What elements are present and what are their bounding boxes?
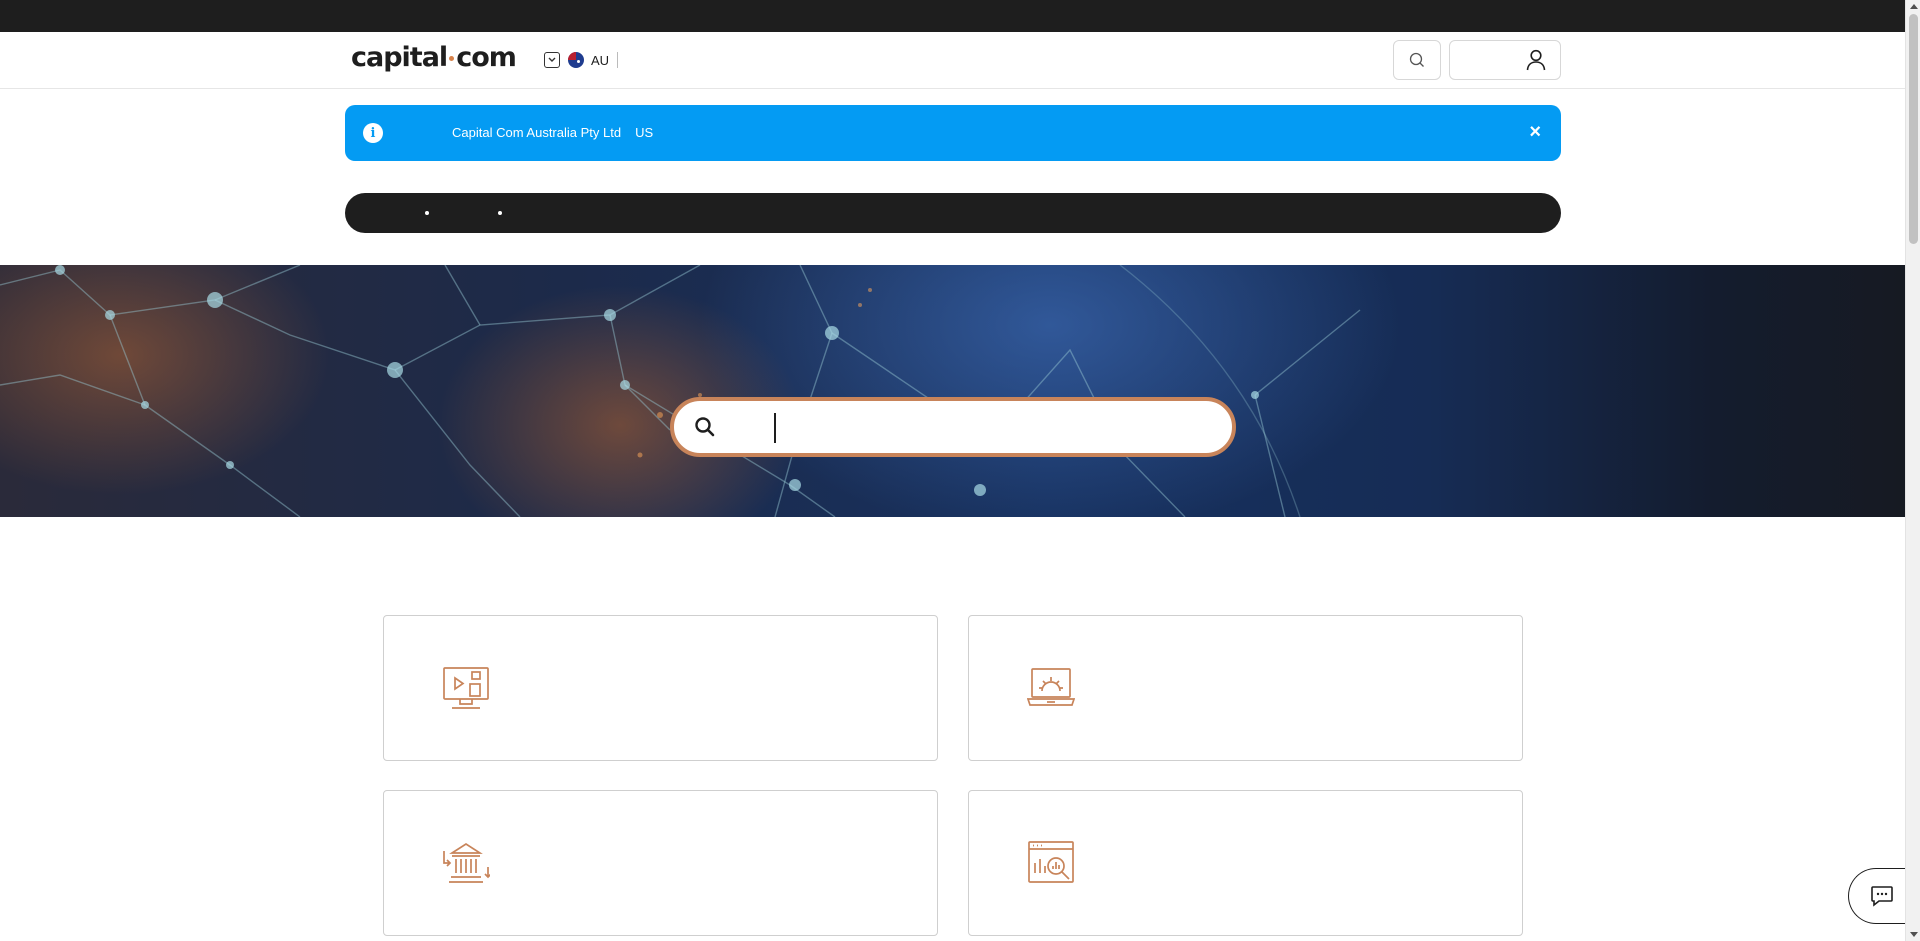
category-card[interactable] bbox=[383, 615, 938, 761]
account-button[interactable] bbox=[1449, 40, 1561, 80]
page-scrollbar[interactable] bbox=[1905, 0, 1920, 941]
banner-region-link[interactable]: US bbox=[635, 125, 653, 140]
logo-dot bbox=[449, 56, 455, 61]
chevron-down-icon bbox=[544, 52, 560, 68]
breadcrumb-separator bbox=[425, 211, 429, 215]
region-selector[interactable]: AU bbox=[544, 50, 619, 70]
top-strip bbox=[0, 0, 1905, 32]
search-box[interactable] bbox=[670, 397, 1236, 457]
breadcrumb bbox=[345, 193, 1561, 233]
chart-analysis-icon bbox=[1028, 841, 1074, 883]
search-input[interactable] bbox=[778, 409, 1198, 447]
scroll-down-icon[interactable] bbox=[1910, 932, 1918, 937]
chat-bubble-icon bbox=[1870, 886, 1893, 907]
site-header: capital com AU bbox=[0, 32, 1905, 89]
region-code: AU bbox=[591, 52, 610, 68]
breadcrumb-separator bbox=[498, 211, 502, 215]
australia-flag-icon bbox=[568, 52, 584, 68]
banner-text: Capital Com Australia Pty Ltd US bbox=[452, 125, 653, 140]
scroll-up-icon[interactable] bbox=[1910, 4, 1918, 9]
category-card[interactable] bbox=[968, 615, 1523, 761]
region-notice-banner: i Capital Com Australia Pty Ltd US × bbox=[345, 105, 1561, 161]
network-background-image bbox=[0, 265, 1361, 517]
category-card[interactable] bbox=[968, 790, 1523, 936]
search-icon bbox=[695, 417, 715, 437]
hero-banner bbox=[0, 265, 1905, 517]
scroll-thumb[interactable] bbox=[1909, 14, 1918, 244]
user-icon bbox=[1526, 49, 1546, 71]
capital-com-logo[interactable]: capital com bbox=[351, 42, 517, 73]
search-icon bbox=[1409, 52, 1424, 67]
text-caret bbox=[774, 413, 776, 443]
category-card[interactable] bbox=[383, 790, 938, 936]
live-chat-button[interactable] bbox=[1848, 868, 1908, 924]
close-icon[interactable]: × bbox=[1529, 121, 1541, 143]
info-icon: i bbox=[363, 123, 383, 143]
banner-entity: Capital Com Australia Pty Ltd bbox=[452, 125, 622, 140]
divider bbox=[617, 52, 619, 68]
header-search-button[interactable] bbox=[1393, 40, 1441, 80]
bank-transfer-icon bbox=[443, 842, 490, 883]
laptop-gear-icon bbox=[1027, 668, 1075, 706]
video-monitor-icon bbox=[443, 667, 489, 709]
